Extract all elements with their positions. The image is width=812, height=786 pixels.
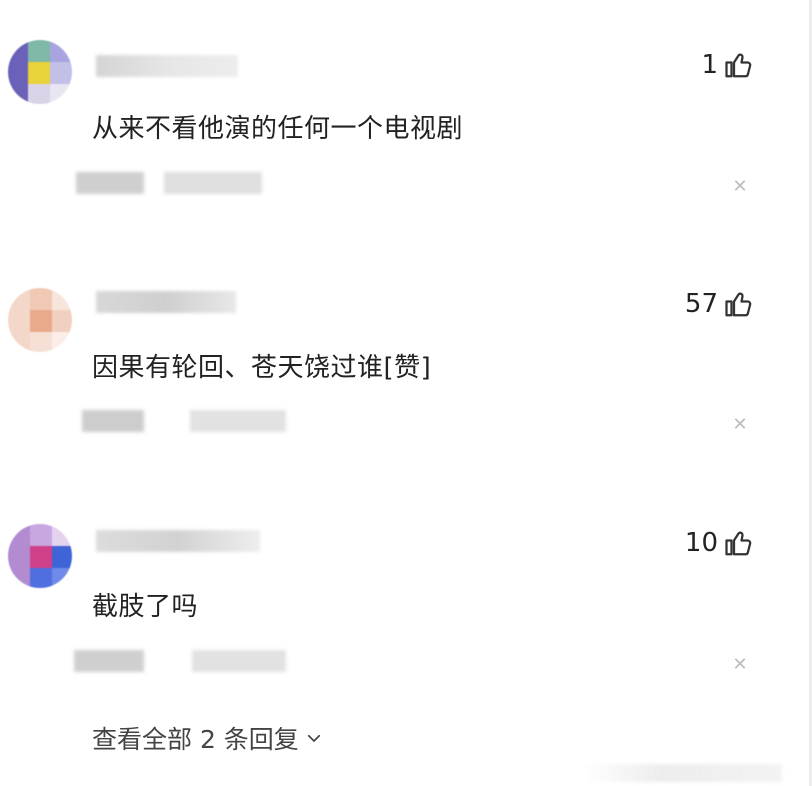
comment-text: 因果有轮回、苍天饶过谁[赞] bbox=[92, 353, 432, 383]
comment-meta-redacted bbox=[192, 650, 286, 672]
close-icon[interactable]: ✕ bbox=[730, 654, 750, 675]
view-all-replies-label: 查看全部 2 条回复 bbox=[92, 725, 299, 754]
comment-meta-redacted bbox=[74, 650, 144, 672]
avatar[interactable] bbox=[8, 288, 72, 352]
watermark-redacted bbox=[582, 764, 782, 782]
comment-item: 截肢了吗 10 ✕ bbox=[0, 0, 812, 675]
username-redacted[interactable] bbox=[96, 530, 260, 552]
chevron-down-icon bbox=[307, 734, 320, 742]
comment-text: 截肢了吗 bbox=[92, 592, 199, 622]
thumbs-up-icon[interactable] bbox=[724, 289, 754, 319]
like-count: 57 bbox=[684, 289, 718, 319]
like-count: 10 bbox=[684, 528, 718, 558]
thumbs-up-icon[interactable] bbox=[724, 528, 754, 558]
avatar[interactable] bbox=[8, 524, 72, 588]
close-icon[interactable]: ✕ bbox=[730, 414, 750, 435]
comment-meta-redacted bbox=[82, 410, 144, 432]
username-redacted[interactable] bbox=[96, 291, 236, 313]
view-all-replies-button[interactable]: 查看全部 2 条回复 bbox=[92, 720, 323, 756]
comment-meta-redacted bbox=[190, 410, 286, 432]
